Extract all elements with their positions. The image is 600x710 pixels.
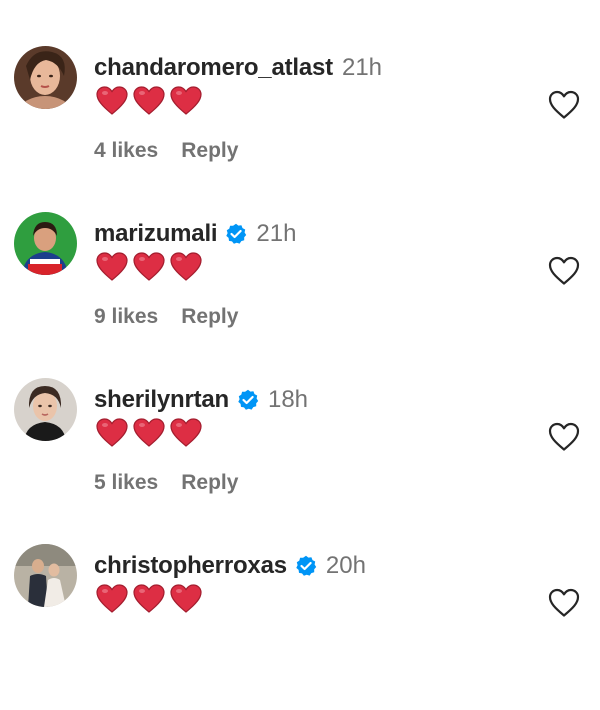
red-heart-emoji-icon [170,584,202,613]
red-heart-emoji-icon [96,584,128,613]
reply-button[interactable]: Reply [181,139,238,163]
avatar[interactable] [14,46,77,109]
red-heart-emoji-icon [170,252,202,281]
heart-outline-icon[interactable] [548,422,580,452]
red-heart-emoji-icon [96,252,128,281]
verified-badge-icon [225,223,247,245]
red-heart-emoji-icon [170,86,202,115]
red-heart-emoji-icon [133,86,165,115]
comment-text [96,252,202,281]
timestamp[interactable]: 21h [342,54,382,82]
comment-text [96,418,202,447]
username[interactable]: marizumali [94,220,218,248]
heart-outline-icon[interactable] [548,256,580,286]
red-heart-emoji-icon [133,418,165,447]
verified-badge-icon [295,555,317,577]
comment-text [96,584,202,613]
timestamp[interactable]: 20h [326,552,366,580]
likes-count[interactable]: 4 likes [94,139,158,163]
avatar[interactable] [14,212,77,275]
username[interactable]: christopherroxas [94,552,287,580]
verified-badge-icon [237,389,259,411]
comment-item: christopherroxas 20h [0,544,600,710]
comment-item: chandaromero_atlast 21h 4 likes Reply [0,46,600,212]
red-heart-emoji-icon [170,418,202,447]
timestamp[interactable]: 21h [256,220,296,248]
likes-count[interactable]: 5 likes [94,471,158,495]
heart-outline-icon[interactable] [548,588,580,618]
reply-button[interactable]: Reply [181,471,238,495]
red-heart-emoji-icon [96,418,128,447]
reply-button[interactable]: Reply [181,305,238,329]
comment-item: sherilynrtan 18h 5 likes Reply [0,378,600,544]
timestamp[interactable]: 18h [268,386,308,414]
likes-count[interactable]: 9 likes [94,305,158,329]
red-heart-emoji-icon [133,252,165,281]
comment-text [96,86,202,115]
comment-item: marizumali 21h 9 likes Reply [0,212,600,378]
red-heart-emoji-icon [96,86,128,115]
username[interactable]: sherilynrtan [94,386,229,414]
red-heart-emoji-icon [133,584,165,613]
heart-outline-icon[interactable] [548,90,580,120]
avatar[interactable] [14,544,77,607]
avatar[interactable] [14,378,77,441]
username[interactable]: chandaromero_atlast [94,54,333,82]
